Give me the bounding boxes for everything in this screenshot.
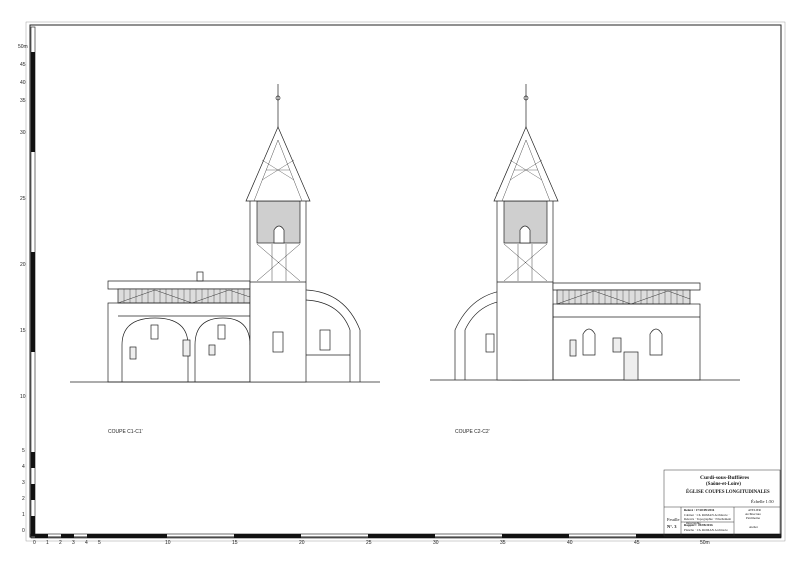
town-name: Curdi-sous-Buffières — [700, 475, 750, 481]
scale-label-20: 20 — [299, 540, 305, 546]
right-church-section — [430, 84, 740, 381]
left-scale-label-30: 30 — [20, 130, 26, 136]
left-scale-label-25: 25 — [20, 196, 26, 202]
left-scale-label-35: 35 — [20, 98, 26, 104]
scale-label-30: 30 — [433, 540, 439, 546]
right-section-caption: COUPE C2-C2' — [455, 429, 490, 435]
left-scale-label-0: 0 — [22, 528, 25, 534]
left-scale-label-45: 45 — [20, 62, 26, 68]
left-section-caption: COUPE C1-C1' — [108, 429, 143, 435]
left-scale-bar — [30, 26, 36, 537]
left-scale-label-40: 40 — [20, 80, 26, 86]
scale-label-1: 1 — [46, 540, 49, 546]
scale-label-2: 2 — [59, 540, 62, 546]
sheet-label: Feuille — [667, 517, 680, 522]
left-scale-label-3: 3 — [22, 480, 25, 486]
left-scale-label-5: 5 — [22, 448, 25, 454]
report-detail: Planche · Ch. ROMAN Architecte — [684, 528, 728, 532]
report-date: Rapport : 09/08/2016 — [684, 523, 713, 527]
left-scale-label-2: 2 — [22, 496, 25, 502]
left-church-section — [70, 84, 380, 383]
drawing-title: ÉGLISE COUPES LONGITUDINALES — [686, 490, 770, 495]
left-scale-label-15: 15 — [20, 328, 26, 334]
scale-label-4: 4 — [85, 540, 88, 546]
left-scale-label-10: 10 — [20, 394, 26, 400]
scale-label-3: 3 — [72, 540, 75, 546]
scale-label-45: 45 — [634, 540, 640, 546]
scale-label-15: 15 — [232, 540, 238, 546]
scale-label-10: 10 — [165, 540, 171, 546]
stamp-line-3: Patrimoine — [746, 516, 760, 520]
left-scale-label-1: 1 — [22, 512, 25, 518]
scale-label-40: 40 — [567, 540, 573, 546]
elevation-drawing — [25, 21, 786, 542]
left-scale-label-50: 50m — [18, 44, 28, 50]
side-note: Atelier — [749, 525, 758, 529]
department-name: (Saône-et-Loire) — [706, 482, 741, 487]
scale-label-25: 25 — [366, 540, 372, 546]
scale-label-0: 0 — [33, 540, 36, 546]
left-scale-label-4: 4 — [22, 464, 25, 470]
left-scale-label-20: 20 — [20, 262, 26, 268]
scale-note: Échelle 1:50 — [751, 499, 774, 504]
survey-date: Relevé : 17/20/09/2016 — [684, 508, 715, 512]
sheet-number: N°. 3 — [667, 524, 677, 529]
scale-label-50: 50m — [700, 540, 710, 546]
scale-label-35: 35 — [500, 540, 506, 546]
scale-label-5: 5 — [98, 540, 101, 546]
